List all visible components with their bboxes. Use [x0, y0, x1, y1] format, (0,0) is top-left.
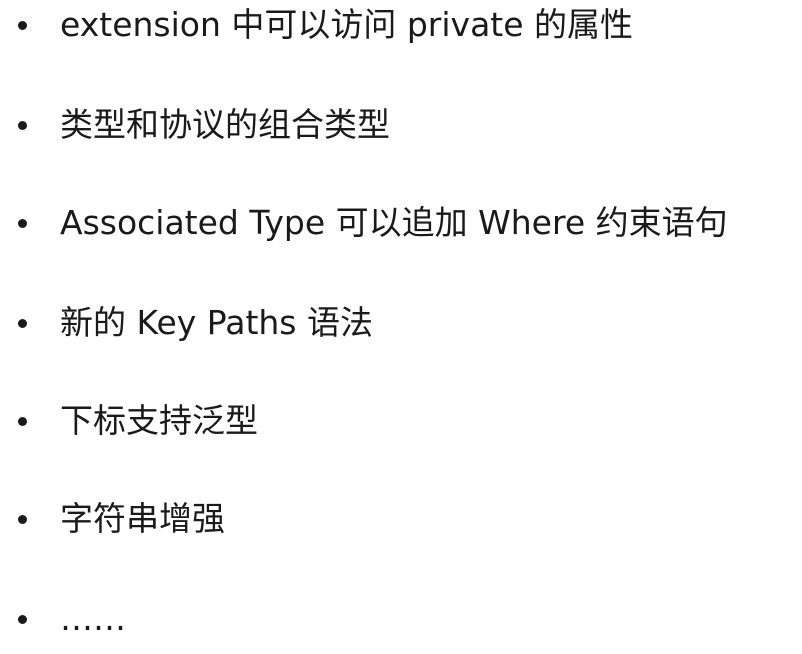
bullet-text: 字符串增强	[60, 499, 225, 538]
bullet-text: Associated Type 可以追加 Where 约束语句	[60, 203, 728, 242]
list-item: 字符串增强	[0, 494, 802, 544]
bullet-text: 新的 Key Paths 语法	[60, 303, 373, 342]
bullet-text: 类型和协议的组合类型	[60, 105, 390, 144]
list-item: 类型和协议的组合类型	[0, 100, 802, 150]
bullet-dot	[18, 319, 27, 328]
list-item: ……	[0, 594, 802, 644]
bullet-text: ……	[60, 599, 126, 638]
list-item: Associated Type 可以追加 Where 约束语句	[0, 198, 802, 248]
bullet-dot	[18, 515, 27, 524]
list-item: 下标支持泛型	[0, 396, 802, 446]
list-item: extension 中可以访问 private 的属性	[0, 0, 802, 50]
bullet-text: 下标支持泛型	[60, 401, 258, 440]
bullet-dot	[18, 615, 27, 624]
bullet-dot	[18, 21, 27, 30]
bullet-dot	[18, 219, 27, 228]
bullet-text: extension 中可以访问 private 的属性	[60, 5, 634, 44]
list-item: 新的 Key Paths 语法	[0, 298, 802, 348]
bullet-dot	[18, 121, 27, 130]
slide: extension 中可以访问 private 的属性 类型和协议的组合类型 A…	[0, 0, 802, 654]
bullet-dot	[18, 417, 27, 426]
